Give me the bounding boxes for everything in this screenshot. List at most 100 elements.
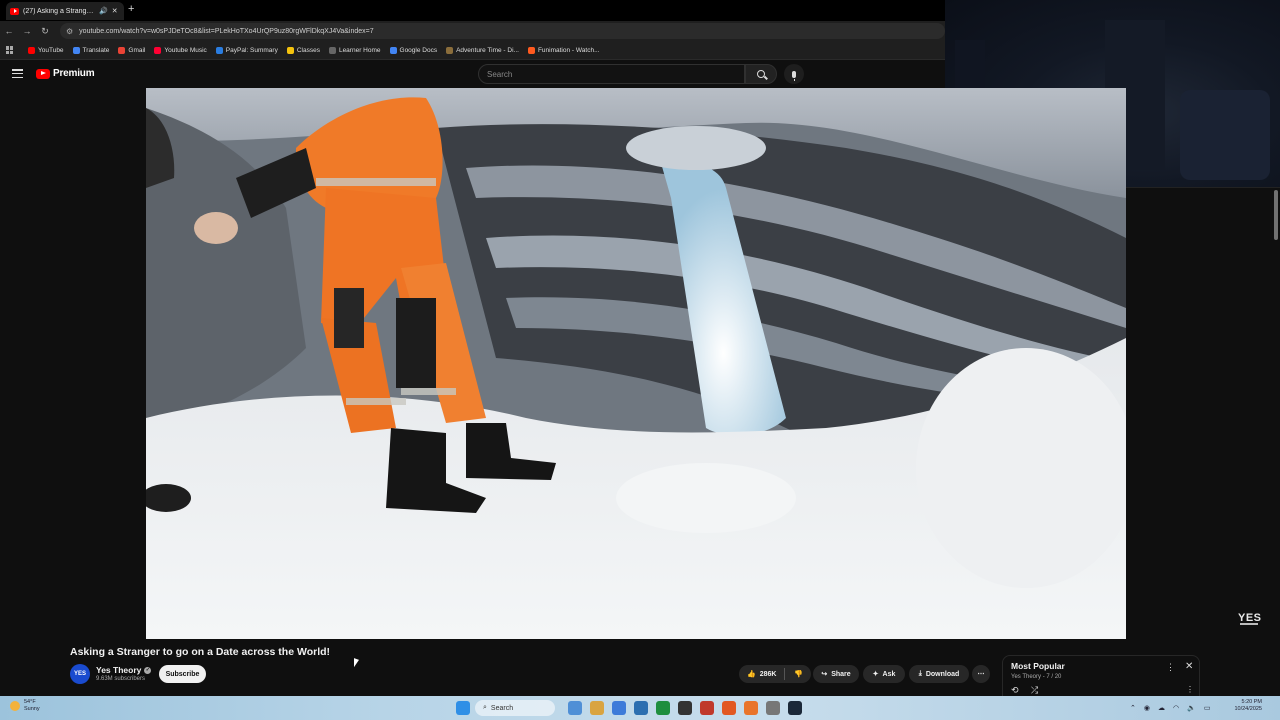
- bookmark-label: Youtube Music: [164, 46, 207, 54]
- bookmark-item[interactable]: Adventure Time - Di...: [446, 46, 519, 54]
- taskbar-search[interactable]: ⌕ Search: [475, 700, 555, 716]
- youtube-logo[interactable]: Premium: [36, 68, 95, 79]
- page-scrollbar[interactable]: [1272, 188, 1280, 696]
- bookmark-label: Adventure Time - Di...: [456, 46, 519, 54]
- clock[interactable]: 5:20 PM 10/24/2025: [1226, 699, 1262, 713]
- playlist-options-icon[interactable]: ⋮: [1186, 685, 1194, 694]
- browser-tab[interactable]: (27) Asking a Stranger to go on a Date 🔊…: [6, 2, 124, 20]
- share-button[interactable]: ↪ Share: [813, 665, 859, 683]
- playlist-close-icon[interactable]: ✕: [1185, 661, 1193, 672]
- bookmark-item[interactable]: Learner Home: [328, 46, 381, 54]
- taskbar-app-icon[interactable]: [568, 701, 582, 715]
- scrollbar-thumb[interactable]: [1274, 190, 1278, 240]
- loop-icon[interactable]: ⟲: [1011, 685, 1019, 696]
- wifi-icon[interactable]: ◠: [1173, 704, 1179, 712]
- like-count: 286K: [759, 670, 777, 678]
- address-bar[interactable]: ⚙ youtube.com/watch?v=w0sPJDeTOc8&list=P…: [60, 23, 945, 39]
- network-icon[interactable]: ◉: [1144, 704, 1150, 712]
- search-input[interactable]: Search: [478, 64, 745, 84]
- download-icon: ⤓: [918, 670, 922, 677]
- channel-name[interactable]: Yes Theory: [96, 665, 141, 675]
- verified-check-icon: ✓: [144, 666, 152, 674]
- bookmark-item[interactable]: Youtube Music: [154, 46, 207, 54]
- chevron-up-icon[interactable]: ⌃: [1130, 704, 1136, 712]
- bookmarks-bar: YouTube Translate Gmail Youtube Music PayPal…: [0, 41, 945, 60]
- windows-start-icon[interactable]: [456, 701, 470, 715]
- watermark-underline: [1240, 623, 1258, 625]
- taskbar-app-icon[interactable]: [678, 701, 692, 715]
- weather-temp: 54°F: [24, 699, 36, 705]
- bookmark-favicon-icon: [72, 46, 80, 54]
- site-info-icon[interactable]: ⚙: [66, 27, 73, 36]
- bookmark-item[interactable]: Translate: [72, 46, 110, 54]
- taskbar-app-icon[interactable]: [656, 701, 670, 715]
- more-actions-button[interactable]: ⋯: [972, 665, 990, 683]
- search-icon: [757, 70, 765, 78]
- bookmark-label: Funimation - Watch...: [537, 46, 600, 54]
- bookmark-label: Google Docs: [399, 46, 438, 54]
- taskbar-app-icon[interactable]: [612, 701, 626, 715]
- playlist-title[interactable]: Most Popular: [1011, 661, 1065, 671]
- taskbar-search-label: Search: [490, 704, 514, 712]
- channel-name-row[interactable]: Yes Theory ✓: [96, 665, 152, 675]
- bookmark-label: PayPal: Summary: [225, 46, 278, 54]
- url-text: youtube.com/watch?v=w0sPJDeTOc8&list=PLe…: [79, 27, 374, 35]
- search-icon: ⌕: [483, 704, 487, 711]
- download-label: Download: [925, 670, 960, 678]
- clock-time: 5:20 PM: [1241, 699, 1262, 705]
- taskbar-app-icon[interactable]: [634, 701, 648, 715]
- voice-search-button[interactable]: [784, 64, 804, 84]
- taskbar-app-icon[interactable]: [788, 701, 802, 715]
- thumbs-down-icon[interactable]: 👎: [794, 670, 803, 678]
- menu-icon[interactable]: [12, 69, 23, 78]
- bookmark-label: Translate: [82, 46, 110, 54]
- taskbar-app-icon[interactable]: [722, 701, 736, 715]
- bookmark-favicon-icon: [389, 46, 397, 54]
- bookmark-favicon-icon: [328, 46, 336, 54]
- taskbar-app-icon[interactable]: [766, 701, 780, 715]
- bookmark-item[interactable]: PayPal: Summary: [215, 46, 278, 54]
- taskbar-app-icon[interactable]: [744, 701, 758, 715]
- like-button[interactable]: 👍 286K 👎: [739, 665, 811, 683]
- forward-arrow-icon[interactable]: →: [18, 26, 36, 36]
- bookmark-item[interactable]: YouTube: [28, 46, 64, 54]
- bookmark-favicon-icon: [118, 46, 126, 54]
- channel-avatar[interactable]: YES: [70, 664, 90, 684]
- reload-icon[interactable]: ↻: [36, 26, 54, 37]
- bookmark-item[interactable]: Funimation - Watch...: [527, 46, 600, 54]
- close-tab-icon[interactable]: ✕: [112, 7, 118, 15]
- bookmark-label: YouTube: [38, 46, 64, 54]
- bookmark-favicon-icon: [28, 46, 35, 54]
- weather-widget[interactable]: 54°F Sunny: [10, 699, 40, 713]
- download-button[interactable]: ⤓ Download: [909, 665, 969, 683]
- youtube-favicon-icon: [10, 7, 19, 15]
- apps-grid-icon[interactable]: [6, 46, 14, 54]
- share-label: Share: [831, 670, 851, 678]
- search-button[interactable]: [745, 64, 777, 84]
- logo-text: Premium: [53, 68, 95, 79]
- bookmark-item[interactable]: Gmail: [118, 46, 145, 54]
- ask-button[interactable]: ✦ Ask: [863, 665, 905, 683]
- browser-tab-strip: (27) Asking a Stranger to go on a Date 🔊…: [0, 0, 945, 21]
- bookmark-favicon-icon: [286, 46, 294, 54]
- volume-icon[interactable]: 🔈: [1187, 704, 1196, 712]
- playlist-meta: Yes Theory - 7 / 20: [1011, 674, 1062, 680]
- taskbar-app-icon[interactable]: [700, 701, 714, 715]
- playlist-more-icon[interactable]: ⋮: [1166, 662, 1175, 673]
- video-player[interactable]: [146, 88, 1126, 639]
- share-arrow-icon: ↪: [821, 671, 828, 678]
- bookmark-item[interactable]: Google Docs: [389, 46, 438, 54]
- battery-icon[interactable]: ▭: [1204, 704, 1211, 712]
- bookmark-item[interactable]: Classes: [286, 46, 320, 54]
- taskbar-app-icon[interactable]: [590, 701, 604, 715]
- youtube-header: Premium Search: [0, 60, 945, 88]
- playlist-panel: Most Popular Yes Theory - 7 / 20 ⋮ ✕ ⟲ ⤮…: [1002, 655, 1200, 697]
- youtube-logo-icon: [36, 68, 50, 79]
- back-arrow-icon[interactable]: ←: [0, 26, 18, 36]
- subscribe-button[interactable]: Subscribe: [159, 665, 206, 683]
- shuffle-icon[interactable]: ⤮: [1031, 685, 1038, 696]
- bookmark-favicon-icon: [527, 46, 535, 54]
- speaker-icon[interactable]: 🔊: [99, 7, 108, 15]
- onedrive-icon[interactable]: ☁: [1158, 704, 1165, 712]
- new-tab-button[interactable]: +: [128, 3, 134, 15]
